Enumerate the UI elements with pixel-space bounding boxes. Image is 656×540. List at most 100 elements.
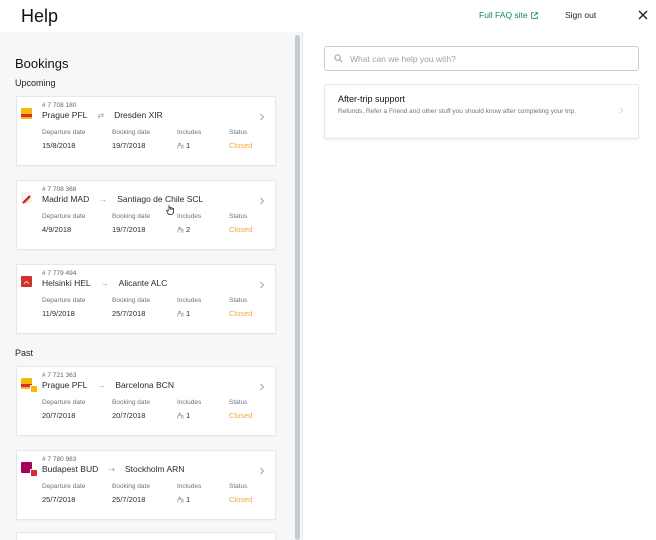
route-origin: Prague PFL xyxy=(42,380,88,390)
booking-column: Booking date 19/7/2018 xyxy=(112,213,150,234)
status-column: Status Closed xyxy=(229,297,252,318)
booking-label: Booking date xyxy=(112,129,150,136)
status-badge: Closed xyxy=(229,495,253,504)
includes-label: Includes xyxy=(177,129,202,136)
page-title: Help xyxy=(21,6,59,26)
departure-column: Departure date 20/7/2018 xyxy=(42,399,85,420)
includes-column: Includes 1 xyxy=(177,399,201,420)
header-bar: Help Full FAQ site Sign out xyxy=(0,0,656,32)
bookings-scrollbar[interactable] xyxy=(295,35,300,540)
airline-logo-icon xyxy=(21,108,32,119)
route-destination: Dresden XIR xyxy=(114,110,163,120)
passenger-count: 2 xyxy=(186,225,191,234)
chevron-right-icon xyxy=(260,197,265,205)
hand-cursor-icon xyxy=(166,205,174,215)
status-label: Status xyxy=(229,399,248,406)
search-icon xyxy=(334,54,343,63)
search-input[interactable] xyxy=(350,53,630,64)
route-origin: Prague PFL xyxy=(42,110,88,120)
booking-column: Booking date 19/7/2018 xyxy=(112,129,150,150)
chevron-right-icon xyxy=(260,281,265,289)
booking-label: Booking date xyxy=(112,297,150,304)
passenger-count-wrap: 2 xyxy=(177,225,201,234)
external-link-icon xyxy=(530,11,538,19)
arrow-right-icon: → xyxy=(97,380,106,390)
search-box[interactable] xyxy=(324,46,639,71)
includes-label: Includes xyxy=(177,483,202,490)
booking-column: Booking date 25/7/2018 xyxy=(112,483,150,504)
departure-date: 15/8/2018 xyxy=(42,141,76,150)
route-destination: Alicante ALC xyxy=(118,278,168,288)
includes-column: Includes 1 xyxy=(177,297,201,318)
full-faq-link[interactable]: Full FAQ site xyxy=(479,10,538,20)
status-badge: Closed xyxy=(229,309,253,318)
booking-date: 19/7/2018 xyxy=(112,141,146,150)
status-badge: Closed xyxy=(229,411,253,420)
includes-column: Includes 1 xyxy=(177,129,201,150)
booking-card[interactable]: # 7 779 494 Helsinki HEL → Alicante ALC … xyxy=(16,264,276,334)
booking-date: 25/7/2018 xyxy=(112,495,146,504)
bookings-heading: Bookings xyxy=(15,56,69,71)
route-origin: Helsinki HEL xyxy=(42,278,91,288)
booking-column: Booking date 25/7/2018 xyxy=(112,297,150,318)
includes-label: Includes xyxy=(177,399,202,406)
booking-column: Booking date 20/7/2018 xyxy=(112,399,150,420)
status-badge: Closed xyxy=(229,225,253,234)
booking-label: Booking date xyxy=(112,213,150,220)
route: Madrid MAD → Santiago de Chile SCL xyxy=(42,194,203,204)
status-label: Status xyxy=(229,297,248,304)
booking-card[interactable]: # 7 708 368 Madrid MAD → Santiago de Chi… xyxy=(16,180,276,250)
arrow-right-icon: → xyxy=(99,194,108,204)
past-label: Past xyxy=(15,348,34,358)
departure-column: Departure date 25/7/2018 xyxy=(42,483,85,504)
includes-label: Includes xyxy=(177,297,202,304)
status-column: Status Closed xyxy=(229,483,252,504)
airline-logo-secondary-icon xyxy=(30,385,38,393)
status-label: Status xyxy=(229,483,248,490)
help-panel: After-trip support Refunds, Refer a Frie… xyxy=(302,32,656,540)
passenger-count: 1 xyxy=(186,309,191,318)
status-column: Status Closed xyxy=(229,129,252,150)
booking-date: 25/7/2018 xyxy=(112,309,146,318)
full-faq-label: Full FAQ site xyxy=(479,10,528,20)
route-origin: Madrid MAD xyxy=(42,194,90,204)
status-label: Status xyxy=(229,213,248,220)
passenger-icon xyxy=(177,496,184,503)
booking-card[interactable]: # 7 721 363 Prague PFL → Barcelona BCN D… xyxy=(16,366,276,436)
route-destination: Santiago de Chile SCL xyxy=(117,194,204,204)
booking-number: # 7 708 180 xyxy=(42,102,77,109)
booking-card[interactable] xyxy=(16,532,276,540)
route: Prague PFL ⇄ Dresden XIR xyxy=(42,110,163,120)
status-column: Status Closed xyxy=(229,399,252,420)
booking-card[interactable]: # 7 708 180 Prague PFL ⇄ Dresden XIR Dep… xyxy=(16,96,276,166)
chevron-right-icon xyxy=(260,383,265,391)
chevron-right-icon xyxy=(260,113,265,121)
close-icon[interactable] xyxy=(636,8,650,22)
departure-label: Departure date xyxy=(42,483,86,490)
passenger-count-wrap: 1 xyxy=(177,141,201,150)
booking-label: Booking date xyxy=(112,483,150,490)
sign-out-button[interactable]: Sign out xyxy=(565,10,596,20)
booking-label: Booking date xyxy=(112,399,150,406)
route: Helsinki HEL → Alicante ALC xyxy=(42,278,167,288)
departure-column: Departure date 4/9/2018 xyxy=(42,213,85,234)
route-origin: Budapest BUD xyxy=(42,464,99,474)
includes-column: Includes 1 xyxy=(177,483,201,504)
route-destination: Barcelona BCN xyxy=(115,380,174,390)
route: Budapest BUD ⇢ Stockholm ARN xyxy=(42,464,184,474)
status-column: Status Closed xyxy=(229,213,252,234)
booking-card[interactable]: # 7 780 983 Budapest BUD ⇢ Stockholm ARN… xyxy=(16,450,276,520)
passenger-count: 1 xyxy=(186,495,191,504)
departure-label: Departure date xyxy=(42,213,86,220)
passenger-icon xyxy=(177,310,184,317)
passenger-count-wrap: 1 xyxy=(177,309,201,318)
airline-logo-secondary-icon xyxy=(30,469,38,477)
includes-column: Includes 2 xyxy=(177,213,201,234)
departure-date: 25/7/2018 xyxy=(42,495,76,504)
route: Prague PFL → Barcelona BCN xyxy=(42,380,174,390)
departure-label: Departure date xyxy=(42,129,86,136)
airline-logo-icon xyxy=(21,192,32,204)
departure-date: 11/9/2018 xyxy=(42,309,75,318)
upcoming-label: Upcoming xyxy=(15,78,56,88)
after-trip-support-card[interactable]: After-trip support Refunds, Refer a Frie… xyxy=(324,84,639,139)
